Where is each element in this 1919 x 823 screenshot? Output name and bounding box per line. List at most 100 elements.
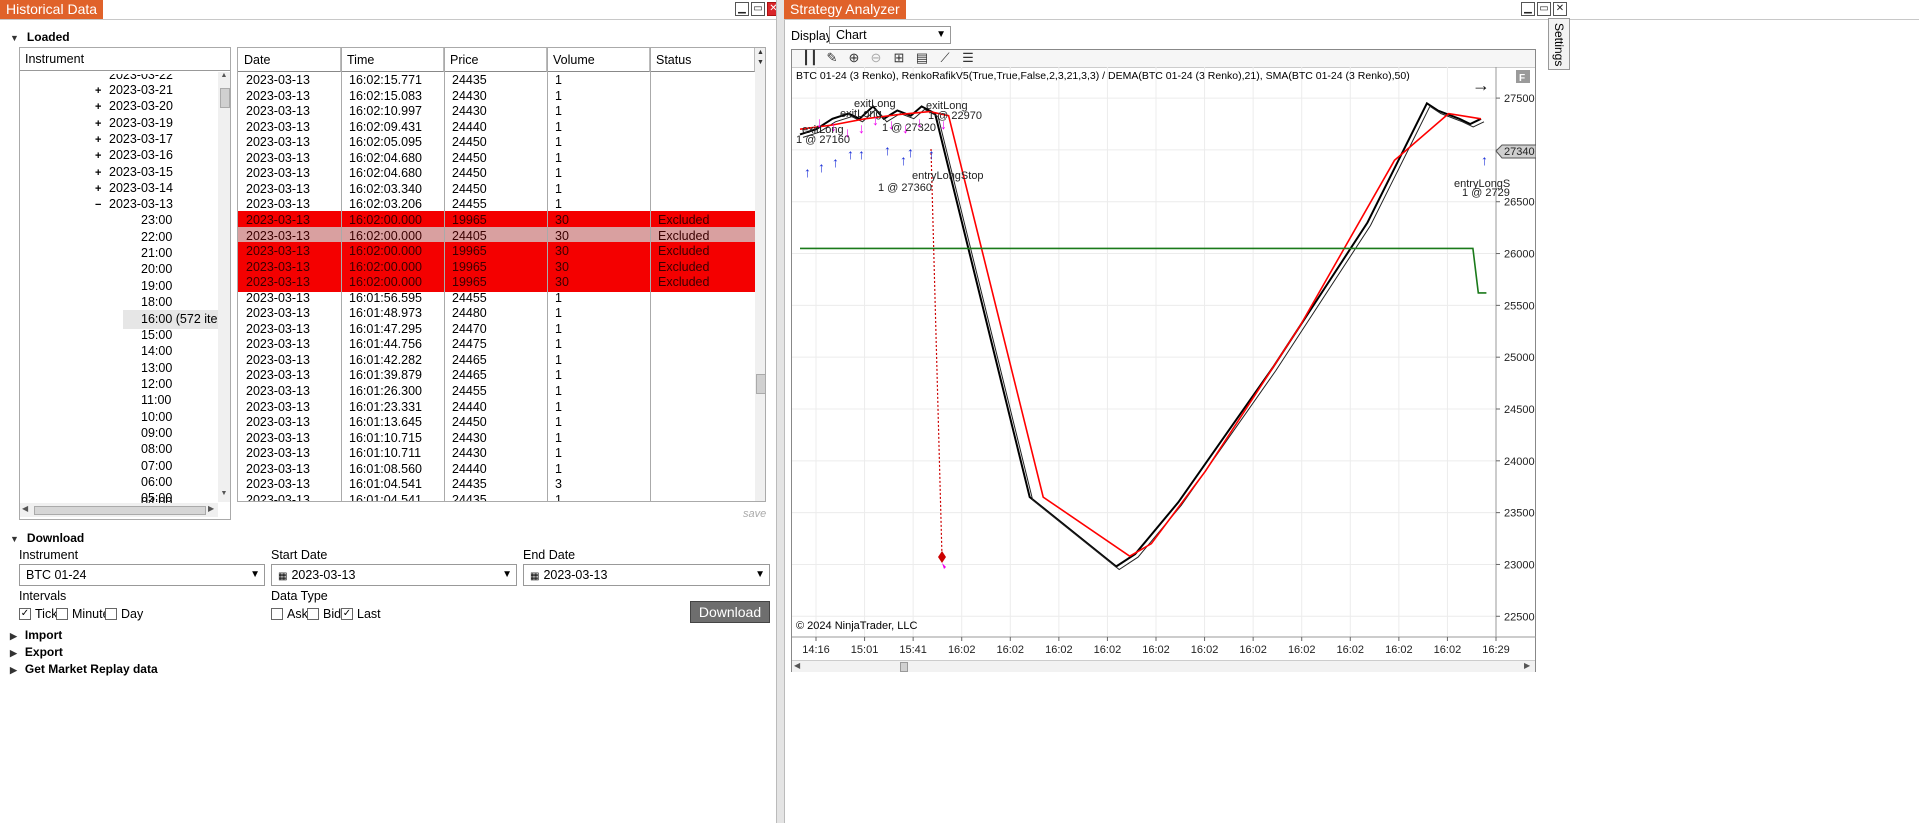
drawing-pencil-icon[interactable]: ✎: [822, 48, 842, 68]
data_types-checkbox[interactable]: [307, 608, 319, 620]
scroll-up-icon[interactable]: ▲: [755, 49, 765, 56]
intervals-checkbox[interactable]: ✓: [19, 608, 31, 620]
zoom-out-icon[interactable]: ⊖: [866, 48, 886, 68]
x-tick-label: 14:16: [802, 644, 830, 656]
scroll-right-icon[interactable]: ▶: [1524, 661, 1530, 670]
x-tick-label: 16:29: [1482, 644, 1510, 656]
replay-section-header[interactable]: ▶ Get Market Replay data: [10, 662, 158, 676]
series-line: [802, 105, 1485, 571]
crosshair-icon[interactable]: ⊞: [889, 48, 909, 68]
indicators-icon[interactable]: ⟋: [935, 48, 955, 68]
col-divider: [547, 48, 548, 501]
table-row[interactable]: 2023-03-13 16:01:04.541 24435 1: [238, 491, 755, 501]
download-section-header[interactable]: ▼ Download: [10, 531, 84, 545]
scroll-left-icon[interactable]: ◀: [22, 504, 28, 513]
strategy-title: Strategy Analyzer: [784, 0, 906, 19]
table-cell: 16:01:04.541: [349, 492, 422, 501]
series-line: [800, 247, 1487, 294]
end-date-picker[interactable]: ▦ 2023-03-13 ▼: [523, 564, 770, 586]
import-section-header[interactable]: ▶ Import: [10, 628, 62, 642]
loaded-section-header[interactable]: ▼ Loaded: [10, 30, 70, 44]
strategies-list-icon[interactable]: ☰: [958, 48, 978, 68]
intervals-label: Intervals: [19, 589, 67, 603]
table-cell: 1: [555, 492, 562, 501]
x-tick-label: 16:02: [1337, 644, 1365, 656]
scroll-thumb[interactable]: [900, 662, 908, 672]
tree-horizontal-scrollbar[interactable]: ◀ ▶: [20, 503, 218, 517]
minimize-icon[interactable]: ▁: [735, 2, 749, 16]
data_types-checkbox[interactable]: [271, 608, 283, 620]
column-header[interactable]: Status: [650, 48, 755, 72]
scroll-left-icon[interactable]: ◀: [794, 661, 800, 670]
scroll-thumb[interactable]: [220, 88, 230, 108]
strategy-chart[interactable]: 22500 23000 23500 24000 24500 25000 25500 26000…: [792, 67, 1536, 671]
properties-icon[interactable]: ▤: [912, 48, 932, 68]
end-date-label: End Date: [523, 548, 576, 562]
settings-tab[interactable]: Settings: [1548, 18, 1570, 70]
scroll-down-icon[interactable]: ▼: [755, 59, 765, 66]
historical-title: Historical Data: [0, 0, 104, 19]
instrument-header-label: Instrument: [25, 52, 85, 66]
chevron-down-icon: ▼: [250, 569, 260, 580]
scroll-down-icon[interactable]: ▼: [218, 490, 230, 502]
download-section-label: Download: [26, 531, 85, 545]
bar-type-icon[interactable]: ┃┃: [800, 48, 820, 68]
table-vertical-scrollbar[interactable]: ▲ ▼: [755, 48, 765, 501]
display-value: Chart: [836, 28, 867, 42]
instrument-tree[interactable]: Instrument 2023-03-22 +2023-03-21 +2023-0…: [19, 47, 231, 520]
series-line: [799, 110, 1482, 558]
scroll-up-icon[interactable]: ▲: [218, 72, 230, 84]
column-header[interactable]: Volume: [547, 48, 650, 72]
y-tick-label: 27500: [1504, 93, 1535, 105]
chevron-down-icon: ▼: [502, 569, 512, 580]
chart-scrollbar[interactable]: ◀ ▶: [792, 660, 1535, 672]
tree-date-label: 2023-03-16: [109, 148, 173, 163]
intervals-option-label: Tick: [35, 607, 58, 621]
chart-caption: BTC 01-24 (3 Renko), RenkoRafikV5(True,T…: [796, 70, 1410, 82]
instrument-value: BTC 01-24: [26, 568, 87, 582]
sell-arrow-icon: ↓: [858, 120, 865, 136]
display-select[interactable]: Chart ▼: [829, 26, 951, 44]
close-icon[interactable]: ✕: [1553, 2, 1567, 16]
data_types-checkbox[interactable]: ✓: [341, 608, 353, 620]
buy-arrow-icon: ↑: [818, 159, 825, 175]
column-header[interactable]: Price: [444, 48, 547, 72]
calendar-icon: ▦: [530, 571, 540, 582]
arrow-right-icon[interactable]: →: [1472, 75, 1490, 95]
maximize-icon[interactable]: ▭: [1537, 2, 1551, 16]
column-header[interactable]: Time: [341, 48, 444, 72]
tree-vertical-scrollbar[interactable]: ▲ ▼: [218, 72, 230, 502]
minimize-icon[interactable]: ▁: [1521, 2, 1535, 16]
scroll-thumb[interactable]: [756, 374, 765, 394]
save-link[interactable]: save: [743, 508, 766, 520]
download-button[interactable]: Download: [690, 601, 770, 623]
tree-expand-icon[interactable]: −: [95, 196, 109, 215]
column-header[interactable]: Date: [238, 48, 341, 72]
chart-annotation: 1 @ 27360: [878, 182, 932, 194]
pane-splitter[interactable]: [776, 0, 785, 823]
tree-date-label: 2023-03-14: [109, 180, 173, 195]
intervals-checkbox[interactable]: [56, 608, 68, 620]
data-table[interactable]: Date Time Price Volume Status 2023-03-13 16:0…: [237, 47, 766, 502]
replay-label: Get Market Replay data: [24, 662, 158, 676]
tree-date-label: 2023-03-21: [109, 83, 173, 97]
y-tick-label: 23500: [1504, 508, 1535, 520]
buy-arrow-icon: ↑: [847, 146, 854, 162]
chart-annotation: exitLong: [840, 108, 882, 120]
zoom-in-icon[interactable]: ⊕: [844, 48, 864, 68]
x-tick-label: 16:02: [1142, 644, 1170, 656]
scroll-right-icon[interactable]: ▶: [208, 504, 214, 513]
data-type-label: Data Type: [271, 589, 328, 603]
y-tick-label: 25000: [1504, 352, 1535, 364]
expand-triangle-icon: ▶: [10, 648, 17, 658]
tree-body: 2023-03-22 +2023-03-21 +2023-03-20 +2023-0…: [20, 70, 218, 503]
start-date-picker[interactable]: ▦ 2023-03-13 ▼: [271, 564, 517, 586]
col-divider: [444, 48, 445, 501]
instrument-select[interactable]: BTC 01-24 ▼: [19, 564, 265, 586]
maximize-icon[interactable]: ▭: [751, 2, 765, 16]
stop-marker: [938, 551, 946, 563]
expand-triangle-icon: ▶: [10, 665, 17, 675]
hscroll-thumb[interactable]: [34, 506, 206, 515]
intervals-checkbox[interactable]: [105, 608, 117, 620]
export-section-header[interactable]: ▶ Export: [10, 645, 63, 659]
